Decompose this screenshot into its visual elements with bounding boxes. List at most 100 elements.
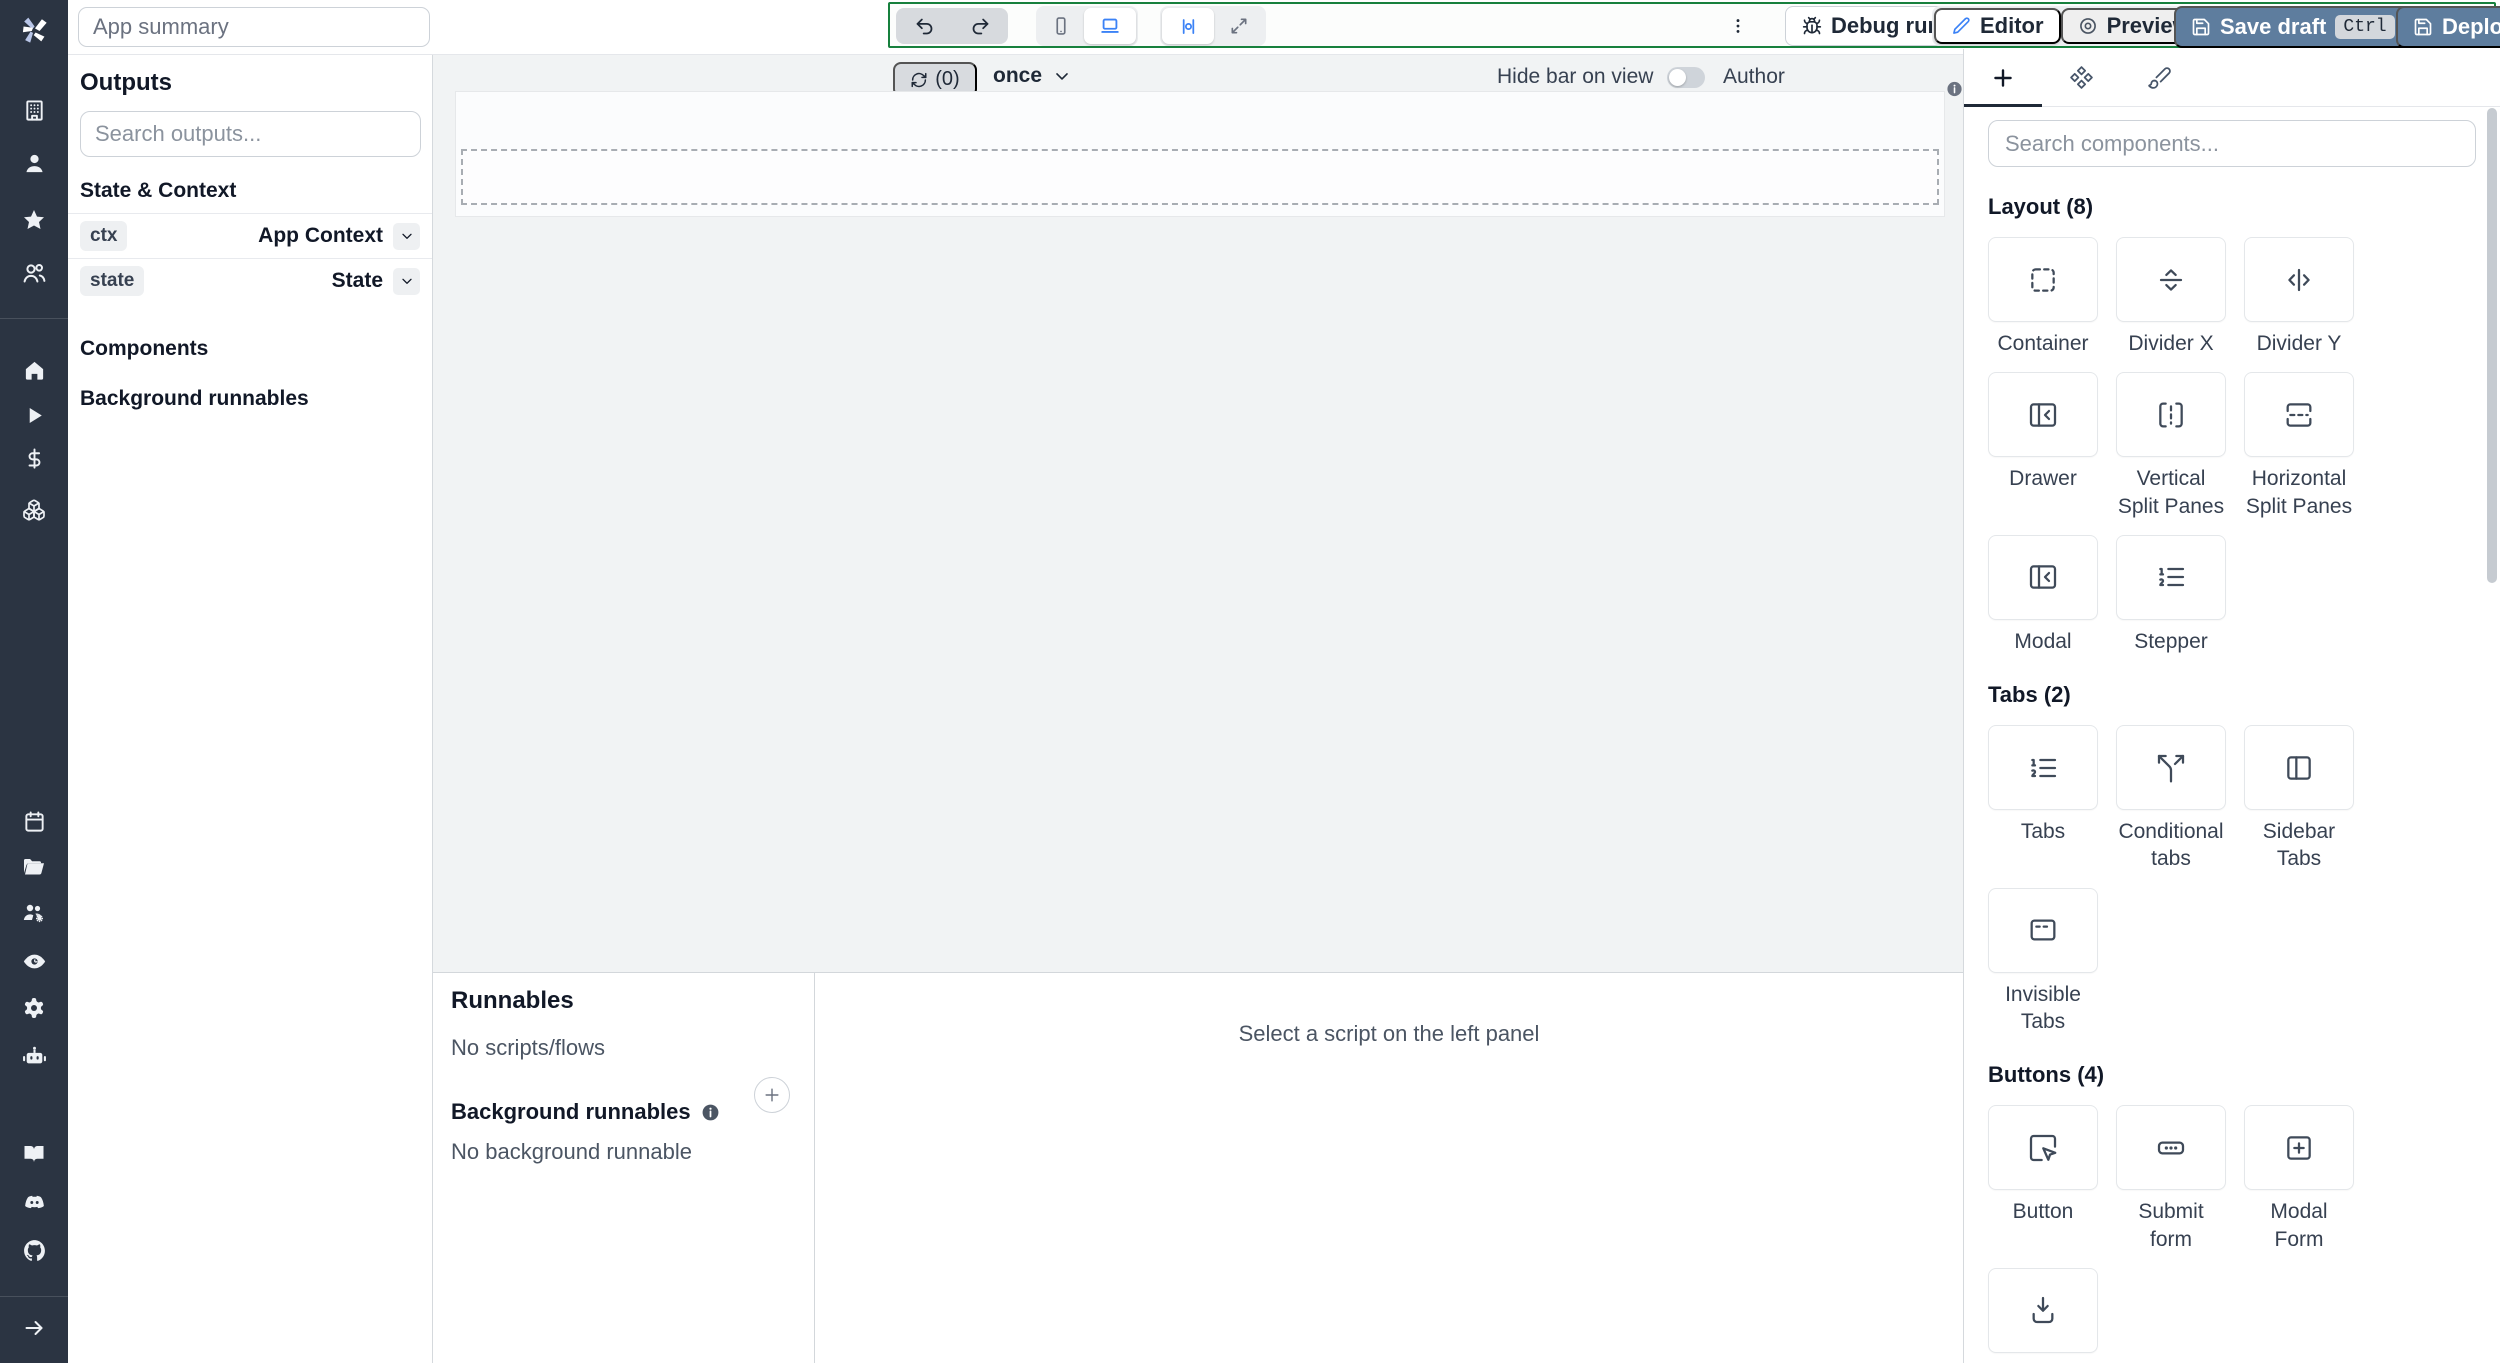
frequency-dropdown[interactable]: once <box>993 64 1072 88</box>
tab-component-settings[interactable] <box>2042 49 2120 106</box>
rail-item-user[interactable] <box>12 141 56 185</box>
add-background-runnable-button[interactable] <box>754 1077 790 1113</box>
search-components-input[interactable] <box>1988 120 2476 167</box>
output-row-ctx[interactable]: ctx App Context <box>68 213 432 258</box>
rail-item-workspace[interactable] <box>12 88 56 132</box>
users-icon <box>23 264 46 283</box>
hide-bar-toggle[interactable] <box>1667 66 1706 88</box>
search-outputs-input[interactable] <box>80 111 421 157</box>
expand-state-button[interactable] <box>393 267 420 295</box>
eye-icon <box>23 954 45 968</box>
drawer-icon <box>2029 402 2057 427</box>
rail-item-favorites[interactable] <box>12 198 56 242</box>
section-title-layout: Layout (8) <box>1988 194 2094 219</box>
info-icon[interactable] <box>1946 79 1963 99</box>
windmill-logo[interactable] <box>12 8 56 52</box>
component-card-sidebar-tabs[interactable] <box>2244 725 2354 811</box>
app-grid-surface[interactable] <box>455 91 1945 217</box>
rail-expand-button[interactable] <box>12 1306 56 1350</box>
discord-icon <box>24 1195 44 1208</box>
editor-preview-group: Editor Preview <box>1932 6 2209 46</box>
more-menu-button[interactable] <box>1718 8 1758 44</box>
component-card-label: Submit form <box>2138 1200 2204 1251</box>
rail-item-settings[interactable] <box>12 986 56 1030</box>
component-card-label: Divider X <box>2128 332 2214 355</box>
select-script-hint: Select a script on the left panel <box>1238 1021 1540 1046</box>
rail-item-folders[interactable] <box>12 845 56 889</box>
toggle-knob <box>1669 68 1687 86</box>
center-canvas-button[interactable] <box>1162 8 1214 44</box>
horizontal-split-icon <box>2286 402 2312 427</box>
laptop-icon <box>1101 18 1119 33</box>
component-card-label: Vertical Split Panes <box>2117 467 2225 518</box>
component-card-tabs[interactable] <box>1988 725 2098 811</box>
windmill-logo-icon <box>22 17 47 43</box>
empty-grid-dropzone[interactable] <box>461 149 1939 205</box>
rail-item-schedules[interactable] <box>12 799 56 843</box>
component-card-container[interactable] <box>1988 237 2098 322</box>
rail-item-audit-logs[interactable] <box>12 939 56 983</box>
output-row-state[interactable]: state State <box>68 258 432 303</box>
users-cog-icon <box>23 904 43 923</box>
rail-item-groups[interactable] <box>12 251 56 295</box>
component-card-conditional-tabs[interactable] <box>2116 725 2226 811</box>
output-value-label: App Context <box>258 224 383 247</box>
rail-item-discord[interactable] <box>12 1180 56 1224</box>
component-card-label: Modal <box>2014 629 2072 653</box>
rail-divider-1 <box>0 318 68 319</box>
component-card-label: Sidebar Tabs <box>2262 820 2336 871</box>
component-card-modal[interactable] <box>1988 534 2098 620</box>
component-card-download-button[interactable] <box>1988 1267 2098 1353</box>
component-card-horizontal-split[interactable] <box>2244 372 2354 458</box>
component-card-label: Container <box>1997 332 2089 355</box>
download-icon <box>2032 1297 2054 1324</box>
mobile-view-button[interactable] <box>1038 8 1084 44</box>
app-summary-input[interactable] <box>78 7 430 47</box>
rail-item-ai[interactable] <box>12 1033 56 1077</box>
component-card-label: Button <box>2012 1200 2074 1224</box>
deploy-button[interactable]: Deploy <box>2396 6 2500 48</box>
rail-item-variables[interactable] <box>12 436 56 480</box>
component-card-divider-x[interactable] <box>2116 237 2226 322</box>
rail-item-runs[interactable] <box>12 393 56 437</box>
components-panel-scrollbar[interactable] <box>2487 108 2497 583</box>
component-card-divider-y[interactable] <box>2244 237 2354 322</box>
component-card-label: Conditional tabs <box>2118 820 2224 871</box>
component-card-button[interactable] <box>1988 1105 2098 1191</box>
tab-insert-component[interactable] <box>1964 49 2042 107</box>
rail-item-home[interactable] <box>12 348 56 392</box>
expand-ctx-button[interactable] <box>393 222 420 250</box>
rail-item-github[interactable] <box>12 1228 56 1272</box>
desktop-view-button[interactable] <box>1084 8 1136 44</box>
plus-icon <box>1994 68 2012 87</box>
runnables-list-column: Runnables No scripts/flows Background ru… <box>433 973 815 1363</box>
hide-bar-label: Hide bar on view <box>1497 65 1654 88</box>
smartphone-icon <box>1056 17 1066 35</box>
button-icon <box>2029 1134 2057 1162</box>
component-card-stepper[interactable] <box>2116 534 2226 620</box>
tab-theme-styling[interactable] <box>2120 49 2198 106</box>
redo-button[interactable] <box>952 8 1008 44</box>
component-card-submit-form[interactable] <box>2116 1105 2226 1191</box>
undo-redo-group <box>896 8 1008 44</box>
hide-bar-control: Hide bar on view <box>1497 65 1706 89</box>
fullwidth-canvas-button[interactable] <box>1214 8 1264 44</box>
output-key-badge: ctx <box>80 221 128 251</box>
component-card-modal-form[interactable] <box>2244 1105 2354 1191</box>
component-card-drawer[interactable] <box>1988 372 2098 458</box>
component-card-label: Invisible Tabs <box>2005 982 2081 1034</box>
component-card-vertical-split[interactable] <box>2116 372 2226 458</box>
editor-tab-button[interactable]: Editor <box>1934 8 2061 44</box>
rail-item-resources[interactable] <box>12 488 56 532</box>
paintbrush-icon <box>2147 67 2171 89</box>
component-card-label: Drawer <box>2009 467 2077 491</box>
rail-item-workers[interactable] <box>12 891 56 935</box>
undo-button[interactable] <box>896 8 952 44</box>
pencil-icon <box>1953 17 1970 34</box>
component-card-label: Horizontal Split Panes <box>2245 467 2353 518</box>
chevron-down-icon <box>1056 73 1068 80</box>
canvas-position-group <box>1160 6 1266 46</box>
component-card-invisible-tabs[interactable] <box>1988 887 2098 973</box>
components-panel: Layout (8) Container <box>1963 49 2500 1363</box>
rail-item-docs[interactable] <box>12 1132 56 1176</box>
